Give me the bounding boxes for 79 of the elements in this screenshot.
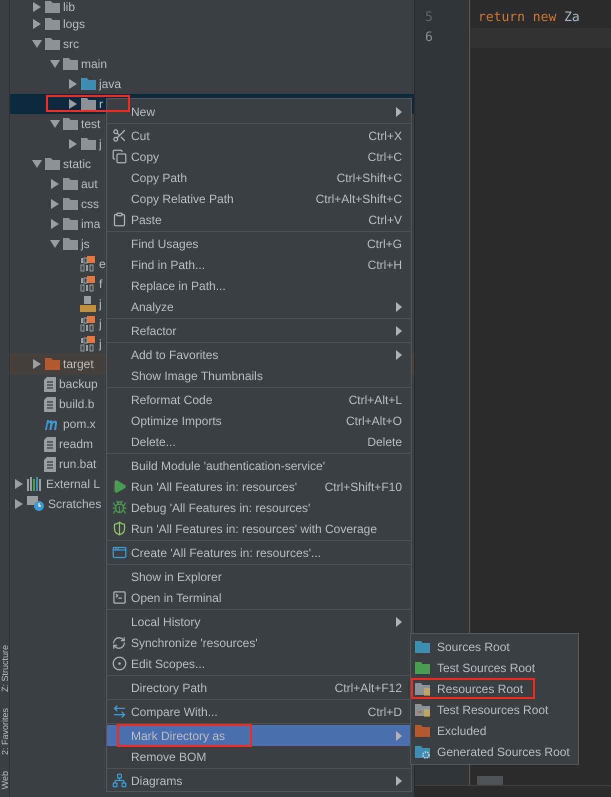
shortcut-label: Ctrl+Alt+Shift+C — [316, 190, 402, 208]
menu-item-label: Generated Sources Root — [437, 744, 570, 760]
tree-item-label: build.b — [59, 396, 94, 413]
shortcut-label: Ctrl+Alt+F12 — [334, 680, 402, 696]
code-token: return new — [478, 10, 558, 25]
menu-item-label: Find in Path... — [131, 256, 206, 274]
tree-item-label: f — [99, 276, 102, 293]
tree-item-label: logs — [63, 16, 86, 33]
menu-item-label: Optimize Imports — [131, 412, 223, 430]
tree-item-label: aut — [81, 176, 98, 193]
shortcut-label: Ctrl+Alt+O — [346, 412, 402, 430]
menu-item-label: Reformat Code — [131, 392, 214, 408]
menu-item-label: Synchronize 'resources' — [131, 634, 259, 652]
menu-item-label: Find Usages — [131, 236, 200, 252]
menu-item-label: Delete... — [131, 434, 177, 450]
shortcut-label: Ctrl+V — [368, 212, 402, 228]
tree-item-label: e — [99, 256, 106, 273]
tree-item-label: External L — [46, 476, 100, 493]
menu-item-label: Resources Root — [437, 680, 524, 698]
tree-item-label: r — [99, 96, 103, 113]
shortcut-label: Ctrl+X — [368, 128, 402, 144]
menu-item-label: New — [131, 104, 156, 120]
menu-item-label: Replace in Path... — [131, 278, 227, 294]
tree-item-label: lib — [63, 0, 76, 16]
menu-item-label: Compare With... — [131, 704, 219, 720]
menu-item-label: Edit Scopes... — [131, 656, 206, 672]
shortcut-label: Ctrl+G — [366, 236, 402, 252]
tree-item-label: j — [99, 136, 102, 153]
shortcut-label: Ctrl+Shift+F10 — [324, 478, 402, 496]
tree-item-label: j — [99, 336, 102, 353]
menu-item-label: Sources Root — [437, 638, 510, 656]
shortcut-label: Ctrl+Alt+L — [348, 392, 402, 408]
tree-item-label: Scratches — [48, 496, 102, 513]
menu-item-label: Remove BOM — [131, 748, 208, 766]
tree-item-label: main — [81, 56, 108, 73]
tree-item-label: test — [81, 116, 100, 133]
menu-item-label: Test Sources Root — [437, 660, 536, 676]
menu-item-label: Create 'All Features in: resources'... — [131, 544, 322, 562]
shortcut-label: Ctrl+H — [368, 256, 402, 274]
shortcut-label: Ctrl+D — [368, 704, 402, 720]
menu-item-label: Refactor — [131, 322, 178, 340]
tree-item-label: css — [81, 196, 99, 213]
menu-item-label: Excluded — [437, 722, 486, 740]
menu-item-label: Open in Terminal — [131, 590, 222, 606]
menu-item-label: Copy — [131, 148, 160, 166]
menu-item-label: Directory Path — [131, 680, 208, 696]
menu-item-label: Local History — [131, 614, 202, 630]
tree-item-label: readm — [59, 436, 94, 453]
code-token: Za — [564, 10, 580, 25]
menu-item-label: Show Image Thumbnails — [131, 368, 264, 384]
menu-item-label: Cut — [131, 128, 151, 144]
menu-item-label: Run 'All Features in: resources' with Coverage — [131, 520, 378, 538]
menu-item-label: Mark Directory as — [131, 728, 226, 744]
menu-item-label: Diagrams — [131, 772, 184, 790]
menu-item-label: Copy Relative Path — [131, 190, 235, 208]
menu-item-label: Paste — [131, 212, 163, 228]
tree-item-label: run.bat — [59, 456, 96, 473]
menu-item-label: Run 'All Features in: resources' — [131, 478, 298, 496]
tree-item-label: java — [99, 76, 122, 93]
menu-item-label: Copy Path — [131, 170, 188, 186]
menu-item-label: Analyze — [131, 298, 175, 316]
line-number: 6 — [424, 29, 434, 47]
tree-item-label: js — [81, 236, 90, 253]
tree-item-label: target — [63, 356, 94, 373]
tree-item-label: j — [99, 296, 102, 313]
shortcut-label: Ctrl+Shift+C — [336, 170, 402, 186]
menu-item-label: Build Module 'authentication-service' — [131, 458, 326, 474]
tree-item-label: j — [99, 316, 102, 333]
menu-item-label: Debug 'All Features in: resources' — [131, 500, 312, 516]
menu-item-label: Add to Favorites — [131, 346, 220, 364]
tree-item-label: ima — [81, 216, 100, 233]
shortcut-label: Ctrl+C — [368, 148, 402, 166]
tree-item-label: pom.x — [63, 416, 96, 433]
shortcut-label: Delete — [367, 434, 402, 450]
menu-item-label: Test Resources Root — [437, 702, 548, 718]
tree-item-label: static — [63, 156, 92, 173]
tree-item-label: backup — [59, 376, 98, 393]
menu-item-label: Show in Explorer — [131, 568, 223, 586]
tree-item-label: src — [63, 36, 79, 53]
